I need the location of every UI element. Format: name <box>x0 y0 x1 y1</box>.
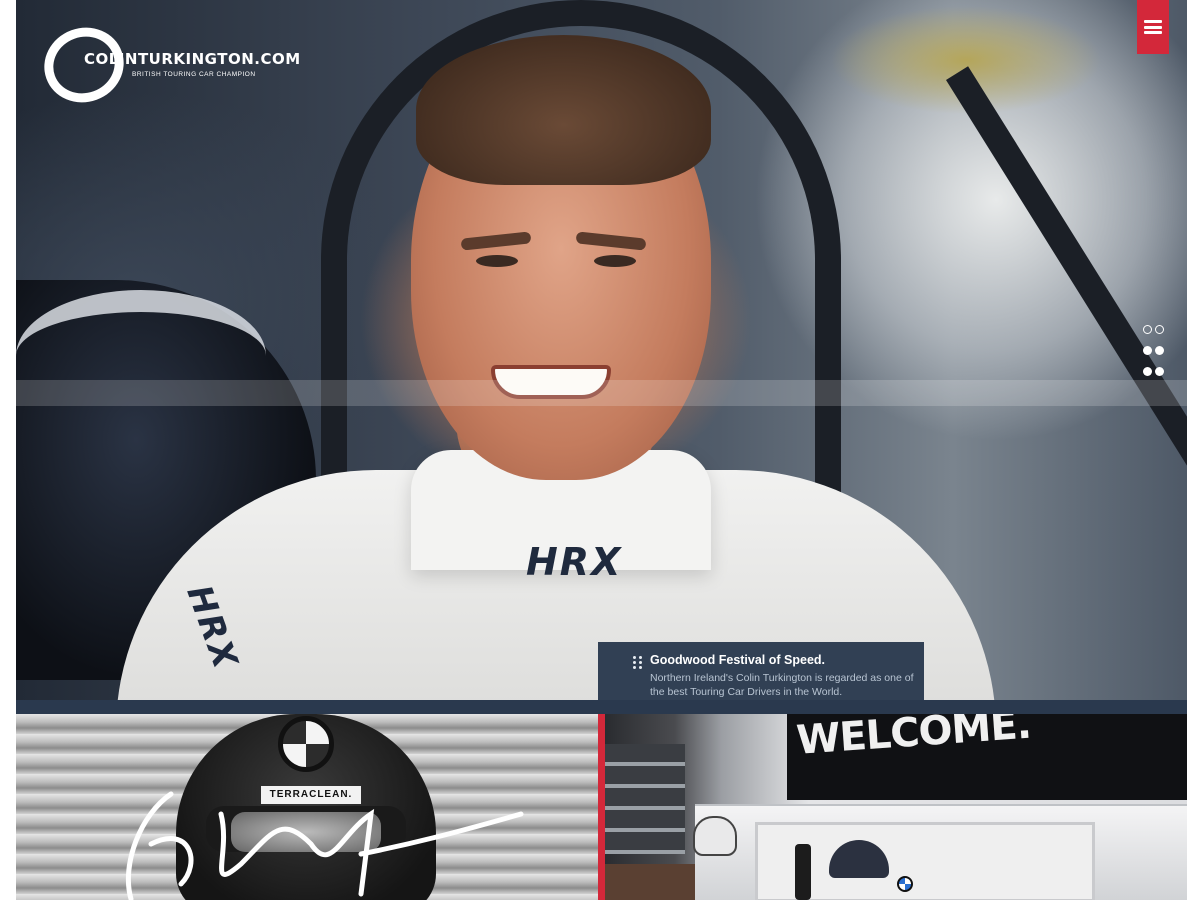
tile-divider <box>598 714 605 900</box>
logo-name: COLINTURKINGTON.COM <box>84 50 301 68</box>
site-logo[interactable]: COLINTURKINGTON.COM BRITISH TOURING CAR … <box>33 16 300 114</box>
caption-title: Goodwood Festival of Speed. <box>650 653 826 667</box>
slider-pagination <box>1141 322 1167 382</box>
floor <box>605 864 705 900</box>
display-bottle <box>795 844 811 900</box>
bmw-roundel-icon <box>278 716 334 772</box>
slider-dot-5[interactable] <box>1143 367 1152 376</box>
bmw-roundel-icon <box>897 876 913 892</box>
hero-bottom-bar <box>16 700 1187 714</box>
display-helmet <box>693 816 737 856</box>
grip-dots-icon <box>633 656 643 670</box>
caption-body: Northern Ireland's Colin Turkington is r… <box>650 672 914 698</box>
tile-showroom[interactable]: WELCOME. <box>605 714 1187 900</box>
slider-dot-2[interactable] <box>1155 325 1164 334</box>
slider-dot-6[interactable] <box>1155 367 1164 376</box>
slider-dot-1[interactable] <box>1143 325 1152 334</box>
hamburger-menu-icon <box>1144 20 1162 34</box>
suit-logo-collar: HRX <box>526 540 623 584</box>
slide-caption[interactable]: Goodwood Festival of Speed. Northern Ire… <box>598 642 924 702</box>
tile-helmet-signature[interactable]: TERRACLEAN. <box>16 714 598 900</box>
slider-dot-3[interactable] <box>1143 346 1152 355</box>
slider-dot-4[interactable] <box>1155 346 1164 355</box>
logo-tagline: BRITISH TOURING CAR CHAMPION <box>132 71 256 78</box>
menu-button[interactable] <box>1137 0 1169 54</box>
windscreen-glare <box>16 380 1187 406</box>
eye-left <box>476 255 518 267</box>
shelf <box>605 744 685 854</box>
eye-right <box>594 255 636 267</box>
driver-hair <box>416 35 711 185</box>
signature-icon <box>125 791 524 900</box>
